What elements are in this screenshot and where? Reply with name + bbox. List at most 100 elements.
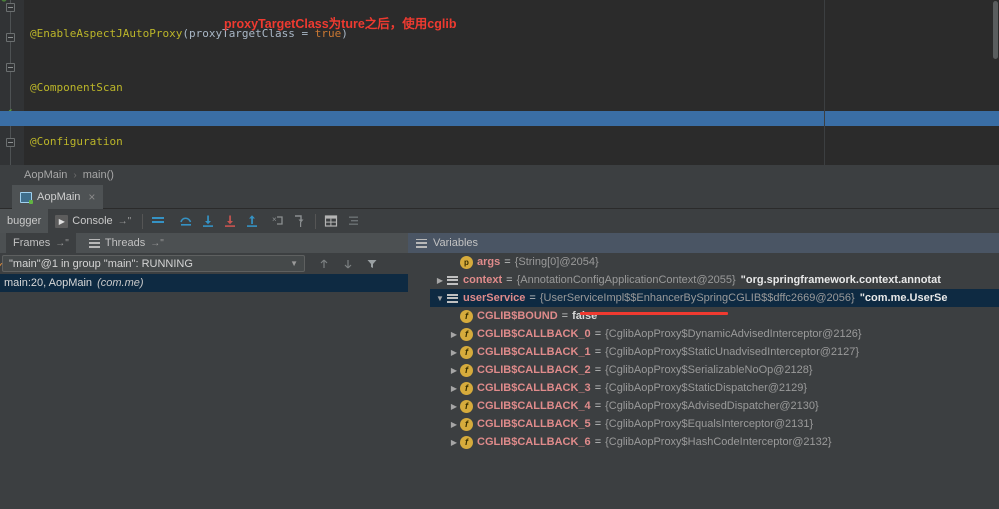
variable-row[interactable]: ▶fCGLIB$CALLBACK_2={CglibAopProxy$Serial… [430,361,999,379]
variables-pane: Variables + − ▲ ▼ [408,233,999,509]
breadcrumb[interactable]: AopMain › main() [0,165,999,185]
close-icon[interactable]: × [88,190,95,204]
tab-frames[interactable]: Frames →" [6,233,76,253]
variable-name: userService [463,292,525,304]
pin-icon[interactable]: →" [118,216,132,227]
chevron-down-icon[interactable]: ▼ [290,259,298,268]
variable-value: "org.springframework.context.annotat [741,274,941,286]
red-annotation-text: proxyTargetClass为ture之后，使用cglib [224,16,524,33]
equals-sign: = [595,418,601,430]
code-line-2: @ComponentScan [24,80,999,95]
step-into-icon[interactable] [197,209,219,233]
tab-threads[interactable]: Threads →" [82,233,171,253]
equals-sign: = [506,274,512,286]
field-icon: f [460,310,473,323]
run-config-icon [20,192,32,203]
variable-type: {CglibAopProxy$SerializableNoOp@2128} [605,364,812,376]
chevron-right-icon[interactable]: ▶ [448,366,460,375]
drop-frame-icon[interactable]: × [267,209,289,233]
variable-name: CGLIB$CALLBACK_5 [477,418,591,430]
frame-row[interactable]: main:20, AopMain (com.me) [0,274,408,292]
variable-row[interactable]: ▶f CGLIB$CALLBACK_5 = {CglibAopProxy$Equals… [430,415,999,433]
fold-marker[interactable] [6,63,15,72]
gutter-green-mark-icon [0,0,14,8]
variable-name: context [463,274,502,286]
variables-tree[interactable]: pargs={String[0]@2054}▶context={Annotati… [430,253,999,509]
field-icon: f [460,382,473,395]
object-icon [446,274,459,287]
variables-menu-icon[interactable] [416,239,427,248]
tab-console[interactable]: ▶ Console →" [48,209,138,233]
variable-row[interactable]: ▶f CGLIB$CALLBACK_4 = {CglibAopProxy$Advise… [430,397,999,415]
variable-row[interactable]: ▼userService={UserServiceImpl$$EnhancerB… [430,289,999,307]
field-icon: f [460,418,473,431]
fold-marker[interactable] [6,33,15,42]
chevron-right-icon[interactable]: ▶ [448,348,460,357]
editor-scrollbar[interactable] [993,1,998,59]
svg-text:×: × [272,215,277,224]
thread-selector[interactable]: ✓ "main"@1 in group "main": RUNNING ▼ [2,255,305,272]
annotation-configuration: @Configuration [30,135,123,148]
variable-row[interactable]: ▶fCGLIB$CALLBACK_3={CglibAopProxy$Static… [430,379,999,397]
breadcrumb-method[interactable]: main() [83,169,114,181]
field-icon: f [460,400,473,413]
frames-body: ✓ "main"@1 in group "main": RUNNING ▼ [0,253,408,509]
pin-icon[interactable]: →" [55,238,69,249]
variable-row[interactable]: pargs={String[0]@2054} [430,253,999,271]
object-icon [446,292,459,305]
equals-sign: = [504,256,510,268]
field-icon: f [460,436,473,449]
variable-name: CGLIB$CALLBACK_4 [477,400,591,412]
variable-row[interactable]: ▶fCGLIB$CALLBACK_6={CglibAopProxy$HashCo… [430,433,999,451]
fold-marker[interactable] [6,138,15,147]
red-underline-annotation [580,312,728,315]
chevron-right-icon[interactable]: ▶ [448,402,460,411]
force-step-into-icon[interactable] [219,209,241,233]
variable-row[interactable]: ▶fCGLIB$CALLBACK_0={CglibAopProxy$Dynami… [430,325,999,343]
tab-debugger[interactable]: bugger [0,209,48,233]
run-tab-bar: AopMain × [0,185,999,209]
trace-current-stream-icon[interactable] [342,209,364,233]
variable-type: {String[0]@2054} [515,256,599,268]
thread-selector-value: "main"@1 in group "main": RUNNING [9,258,193,270]
pin-icon[interactable]: →" [150,238,164,249]
show-execution-point-icon[interactable] [147,209,169,233]
variable-type: {CglibAopProxy$DynamicAdvisedInterceptor… [605,328,861,340]
variable-name: CGLIB$CALLBACK_0 [477,328,591,340]
chevron-down-icon[interactable]: ▼ [434,294,446,303]
run-to-cursor-icon[interactable] [289,209,311,233]
evaluate-expression-icon[interactable] [320,209,342,233]
variable-row[interactable]: fCGLIB$BOUND=false [430,307,999,325]
chevron-right-icon[interactable]: ▶ [448,330,460,339]
variable-row[interactable]: ▶fCGLIB$CALLBACK_1={CglibAopProxy$Static… [430,343,999,361]
variables-title: Variables [433,237,478,249]
annotation-enable-aspectj: @EnableAspectJAutoProxy [30,27,182,40]
thread-running-icon: ✓ [0,260,4,273]
variable-type: {CglibAopProxy$AdvisedDispatcher@2130} [605,400,819,412]
editor-gutter[interactable] [0,0,24,165]
chevron-right-icon[interactable]: ▶ [434,276,446,285]
chevron-right-icon[interactable]: ▶ [448,438,460,447]
run-tab-aopmain[interactable]: AopMain × [12,185,103,209]
equals-sign: = [595,400,601,412]
breadcrumb-class[interactable]: AopMain [24,169,67,181]
chevron-right-icon[interactable]: ▶ [448,384,460,393]
move-frame-down-button[interactable] [340,256,356,272]
step-out-icon[interactable] [241,209,263,233]
tab-threads-label: Threads [105,237,145,249]
step-over-icon[interactable] [175,209,197,233]
variable-row[interactable]: ▶context={AnnotationConfigApplicationCon… [430,271,999,289]
variable-type: {CglibAopProxy$EqualsInterceptor@2131} [605,418,813,430]
chevron-right-icon[interactable]: ▶ [448,420,460,429]
tab-frames-label: Frames [13,237,50,249]
move-frame-up-button[interactable] [316,256,332,272]
code-editor[interactable]: @EnableAspectJAutoProxy(proxyTargetClass… [0,0,999,165]
toolbar-divider [142,214,143,229]
filter-frames-button[interactable] [364,256,380,272]
variable-name: CGLIB$CALLBACK_3 [477,382,591,394]
variable-name: CGLIB$CALLBACK_6 [477,436,591,448]
console-run-icon: ▶ [55,215,68,228]
variable-type: {CglibAopProxy$StaticDispatcher@2129} [605,382,807,394]
threads-icon [89,239,100,248]
debug-panes: Frames →" Threads →" ✓ "main"@1 in group… [0,233,999,509]
